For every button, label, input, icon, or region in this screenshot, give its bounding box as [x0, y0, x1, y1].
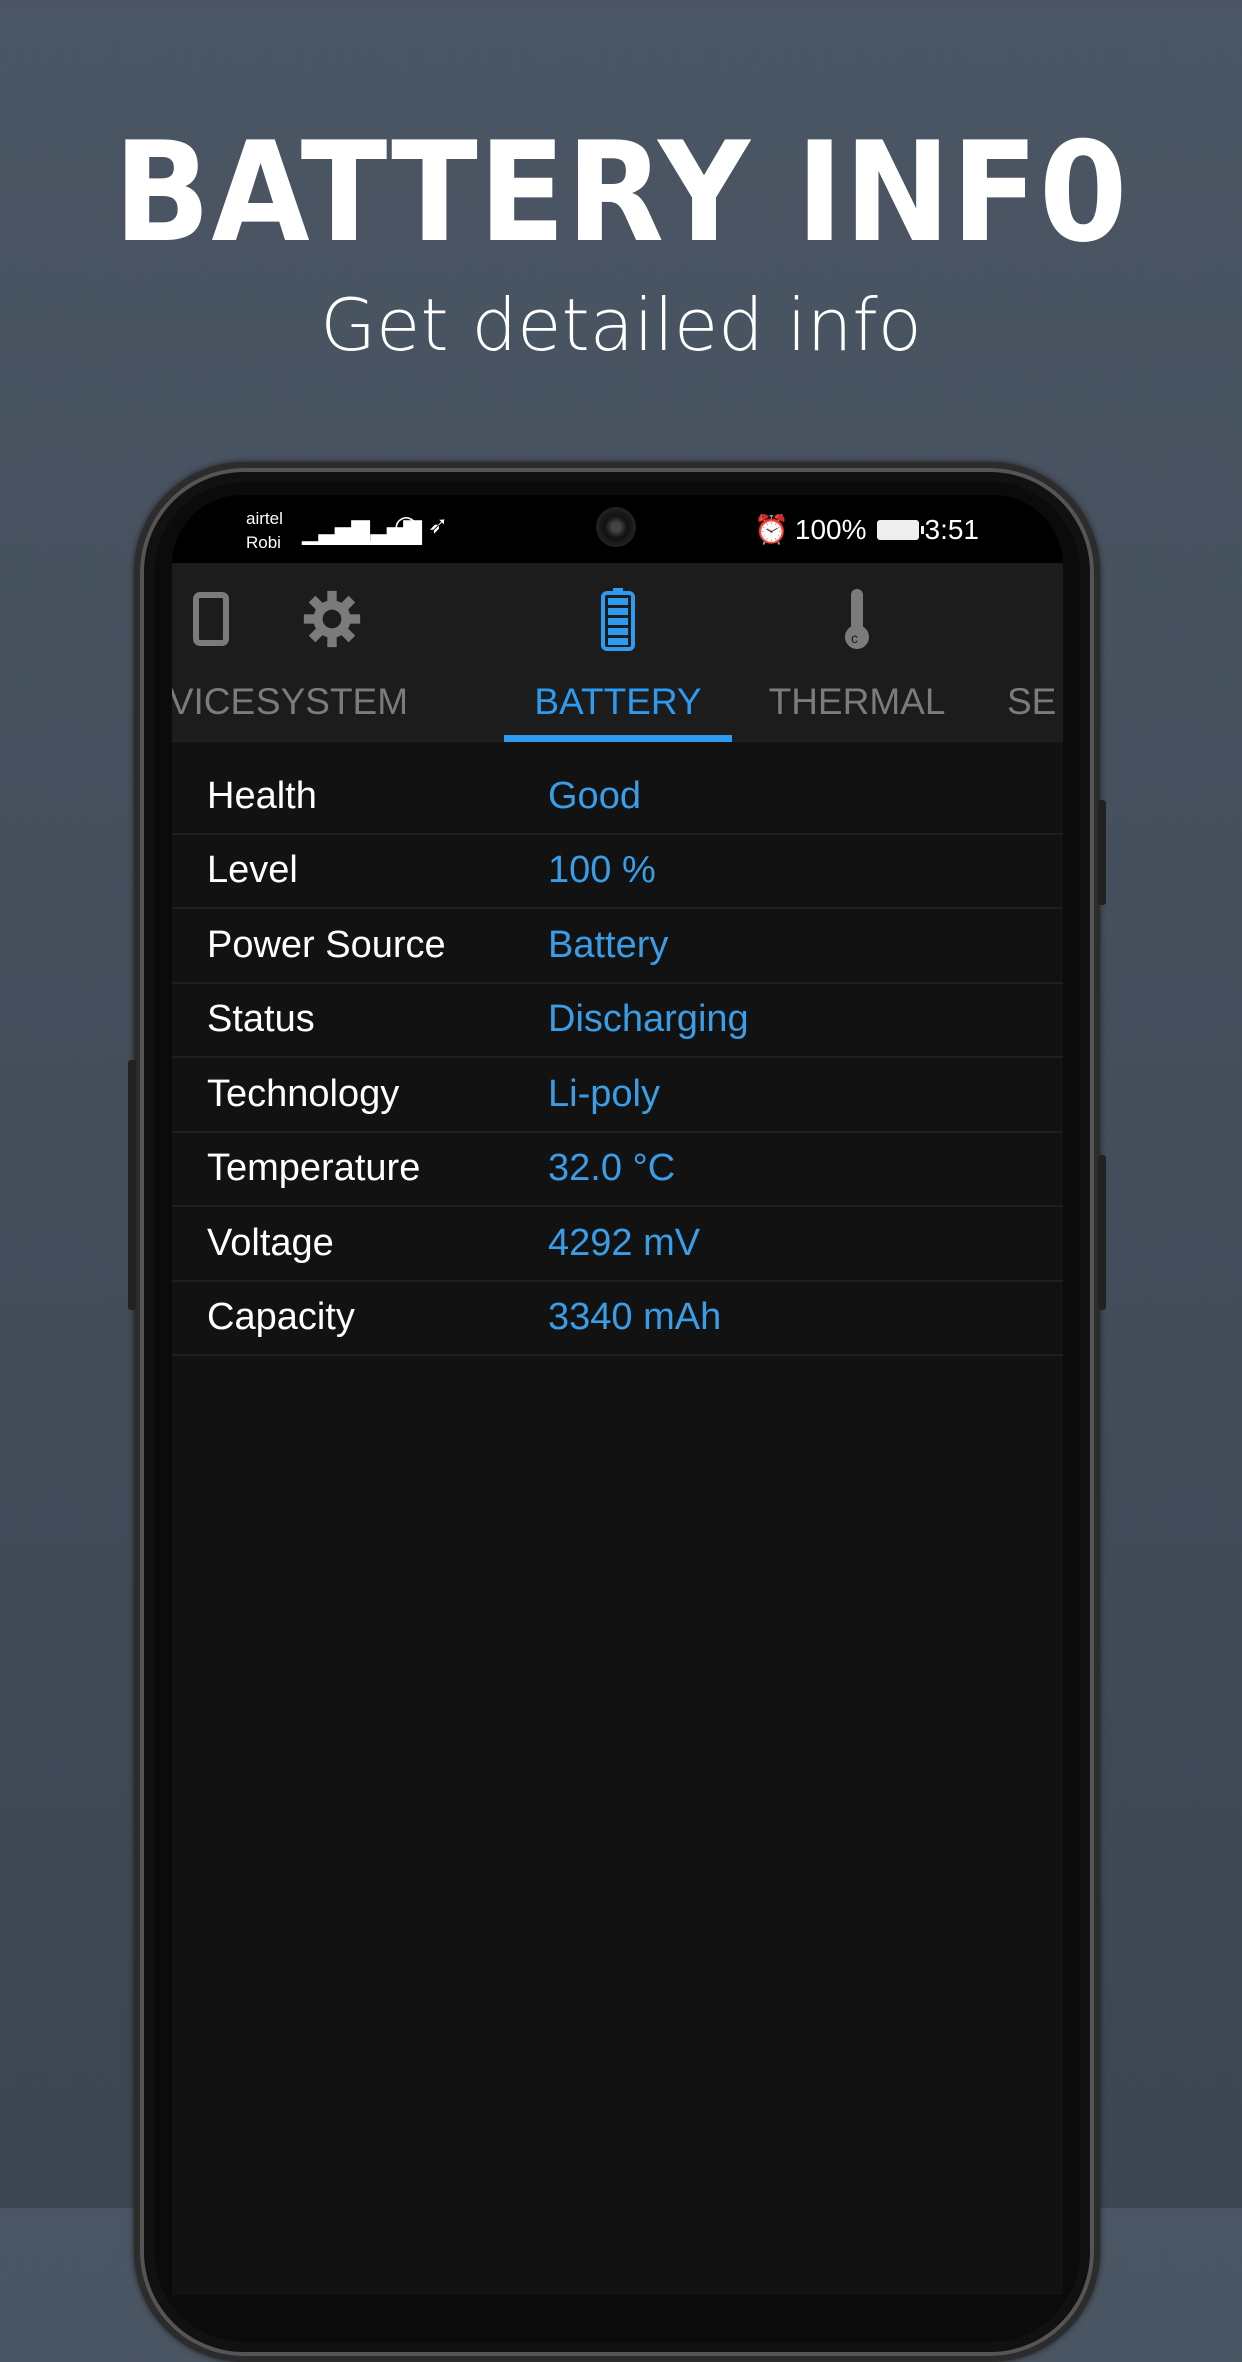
promo-title: BATTERY INF0 — [113, 112, 1129, 273]
wifi-icon: ◠ — [394, 510, 418, 541]
rocket-icon: ➶ — [428, 512, 448, 539]
tab-thermal[interactable]: c THERMAL — [742, 563, 972, 742]
battery-icon — [588, 583, 648, 655]
svg-text:c: c — [851, 630, 858, 646]
row-status: Status Discharging — [172, 984, 1063, 1058]
power-button — [1098, 800, 1106, 905]
alarm-icon: ⏰ — [754, 514, 789, 545]
row-technology: Technology Li-poly — [172, 1058, 1063, 1133]
side-button — [128, 1060, 136, 1310]
promo-subtitle: Get detailed info — [320, 283, 922, 367]
screen: airtel Robi ▁▃▅▇ ▁▃▅▇ ◠ ➶ ⏰ 100% 3:51 VI… — [172, 495, 1063, 2295]
row-voltage: Voltage 4292 mV — [172, 1207, 1063, 1282]
tab-sensors[interactable]: SE — [1007, 563, 1063, 742]
battery-percent: 100% — [794, 513, 867, 545]
active-tab-indicator — [504, 735, 732, 742]
carrier-2: Robi — [246, 533, 281, 552]
carrier-names: airtel Robi — [246, 507, 283, 555]
tab-system[interactable]: SYSTEM — [222, 563, 442, 742]
tab-bar: VICE SYSTEM BATTERY c THERMAL SE — [172, 563, 1063, 742]
carrier-1: airtel — [246, 509, 283, 528]
volume-button — [1098, 1155, 1106, 1310]
clock: 3:51 — [924, 513, 980, 545]
row-capacity: Capacity 3340 mAh — [172, 1282, 1063, 1356]
row-health: Health Good — [172, 760, 1063, 835]
row-temperature: Temperature 32.0 °C — [172, 1133, 1063, 1207]
tab-battery[interactable]: BATTERY — [508, 563, 728, 742]
camera-icon — [596, 507, 636, 547]
thermometer-icon: c — [827, 583, 887, 655]
row-level: Level 100 % — [172, 835, 1063, 909]
status-bar: airtel Robi ▁▃▅▇ ▁▃▅▇ ◠ ➶ ⏰ 100% 3:51 — [172, 495, 1063, 563]
row-power-source: Power Source Battery — [172, 909, 1063, 984]
gear-icon — [302, 583, 362, 655]
battery-status-icon — [876, 519, 924, 540]
battery-info-list: Health Good Level 100 % Power Source Batter… — [172, 760, 1063, 1356]
